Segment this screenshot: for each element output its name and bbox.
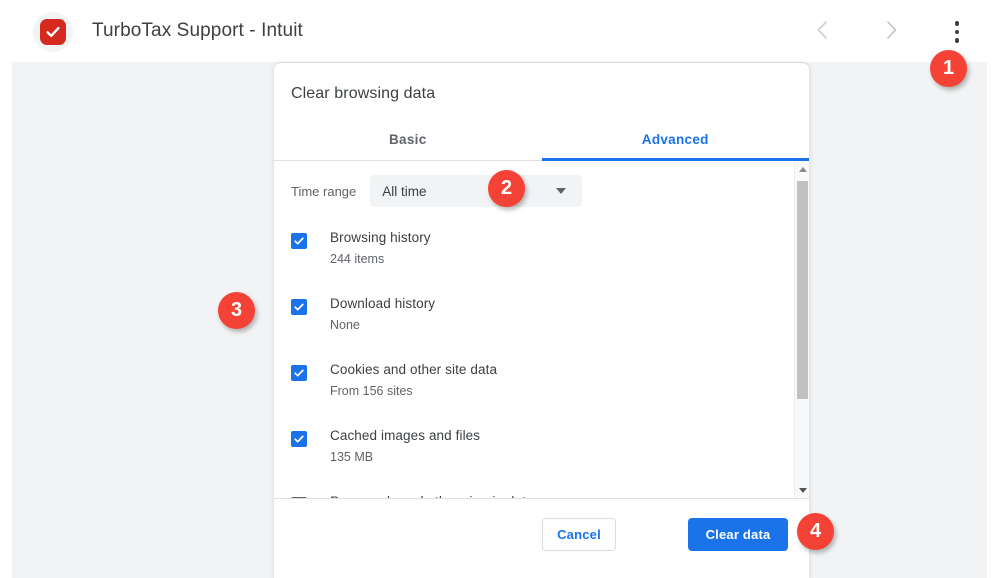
list-item[interactable]: Cookies and other site data From 156 sit…: [274, 351, 779, 401]
menu-dot: [954, 21, 960, 26]
browser-title-bar: TurboTax Support - Intuit: [0, 0, 999, 62]
dialog-scroll-body: Time range All time Browsing history 244…: [274, 161, 809, 499]
page-title: TurboTax Support - Intuit: [92, 20, 303, 41]
option-title: Cookies and other site data: [330, 362, 498, 377]
clear-data-button[interactable]: Clear data: [688, 518, 788, 551]
option-subtitle: 135 MB: [330, 450, 374, 464]
option-subtitle: From 156 sites: [330, 384, 413, 398]
option-subtitle: None: [330, 318, 360, 332]
dialog-footer: Cancel Clear data: [274, 500, 809, 578]
cancel-button[interactable]: Cancel: [542, 518, 616, 551]
option-title: Download history: [330, 296, 436, 311]
dialog-title: Clear browsing data: [291, 85, 436, 102]
clear-browsing-data-dialog: Clear browsing data Basic Advanced Time …: [273, 62, 810, 578]
chevron-right-icon: [880, 19, 902, 46]
checkbox-cached-images-and-files[interactable]: [291, 431, 307, 447]
option-subtitle: 244 items: [330, 252, 385, 266]
time-range-value: All time: [382, 183, 427, 199]
time-range-select[interactable]: All time: [370, 175, 583, 207]
step-badge-4: 4: [797, 513, 834, 550]
option-title: Cached images and files: [330, 428, 481, 443]
time-range-row: Time range All time: [291, 175, 583, 207]
clear-data-options-list: Browsing history 244 items Download hist…: [274, 219, 779, 498]
list-item[interactable]: Cached images and files 135 MB: [274, 417, 779, 467]
chevron-left-icon: [812, 19, 834, 46]
checkbox-download-history[interactable]: [291, 299, 307, 315]
chevron-down-icon: [556, 188, 567, 194]
menu-dot: [954, 38, 960, 43]
three-dot-menu-icon[interactable]: [937, 10, 977, 54]
step-badge-1: 1: [930, 50, 967, 87]
option-title: Passwords and other sign-in data: [330, 492, 638, 498]
option-title: Browsing history: [330, 230, 431, 245]
scroll-down-arrow-icon[interactable]: [795, 482, 809, 498]
back-button[interactable]: [801, 10, 845, 54]
time-range-label: Time range: [291, 183, 357, 199]
forward-button[interactable]: [869, 10, 913, 54]
turbotax-check-logo-icon: [33, 12, 73, 52]
step-badge-3: 3: [218, 292, 255, 329]
checkbox-cookies-and-other-site-data[interactable]: [291, 365, 307, 381]
step-badge-2: 2: [488, 170, 525, 207]
tab-basic[interactable]: Basic: [274, 119, 542, 160]
list-item[interactable]: Browsing history 244 items: [274, 219, 779, 269]
dialog-tabs: Basic Advanced: [274, 119, 809, 161]
menu-dot: [954, 29, 960, 35]
list-item[interactable]: Passwords and other sign-in data 25 pass…: [274, 483, 779, 498]
scrollbar-thumb[interactable]: [797, 181, 808, 399]
dialog-scrollbar[interactable]: [794, 161, 809, 498]
list-item[interactable]: Download history None: [274, 285, 779, 335]
tab-advanced[interactable]: Advanced: [541, 119, 810, 161]
browser-screen: TurboTax Support - Intuit Clear browsing…: [0, 0, 999, 578]
checkbox-passwords-and-other-sign-in-data[interactable]: [291, 497, 307, 498]
checkbox-browsing-history[interactable]: [291, 233, 307, 249]
scroll-up-arrow-icon[interactable]: [795, 161, 809, 178]
